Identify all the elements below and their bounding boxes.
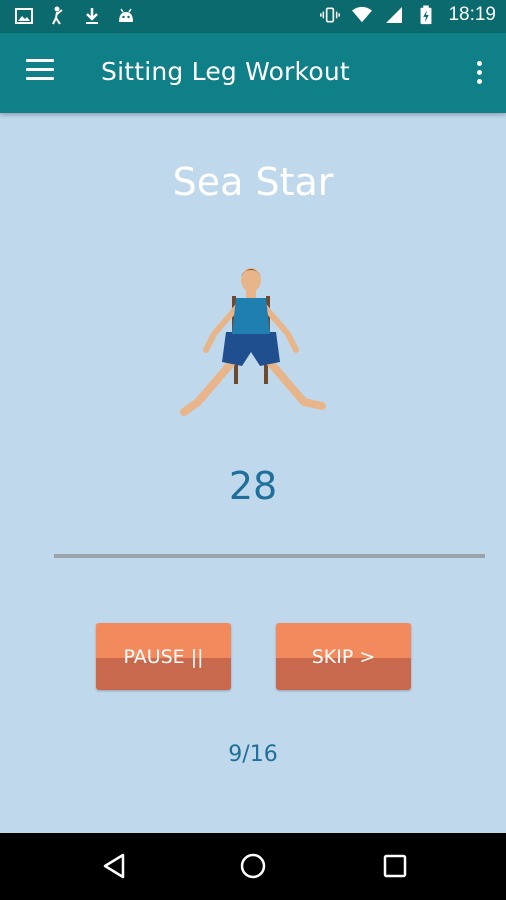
status-notification-icons bbox=[14, 6, 136, 26]
exercise-illustration bbox=[180, 268, 326, 416]
status-system-icons: 18:19 bbox=[320, 4, 496, 26]
android-icon bbox=[119, 8, 133, 22]
skip-button[interactable]: SKIP > bbox=[276, 623, 411, 690]
app-title: Sitting Leg Workout bbox=[101, 57, 350, 86]
image-icon bbox=[15, 8, 33, 24]
golf-icon bbox=[52, 6, 63, 25]
back-icon[interactable] bbox=[100, 851, 130, 881]
countdown-timer: 28 bbox=[228, 464, 278, 508]
signal-icon bbox=[386, 7, 403, 23]
status-time: 18:19 bbox=[448, 4, 496, 25]
vibrate-icon bbox=[320, 7, 341, 23]
app-bar: Sitting Leg Workout bbox=[0, 33, 506, 113]
battery-charging-icon bbox=[420, 5, 432, 25]
navigation-bar bbox=[0, 833, 506, 900]
hamburger-menu-icon[interactable] bbox=[26, 59, 54, 87]
exercise-progress-bar bbox=[54, 554, 485, 558]
recents-icon[interactable] bbox=[380, 851, 410, 881]
status-bar: 18:19 bbox=[0, 0, 506, 33]
download-icon bbox=[86, 8, 98, 24]
pause-button[interactable]: PAUSE || bbox=[96, 623, 231, 690]
exercise-name: Sea Star bbox=[172, 160, 334, 204]
more-vert-icon[interactable] bbox=[474, 61, 484, 87]
exercise-step-counter: 9/16 bbox=[228, 742, 278, 767]
wifi-icon bbox=[352, 6, 373, 23]
home-icon[interactable] bbox=[238, 851, 268, 881]
